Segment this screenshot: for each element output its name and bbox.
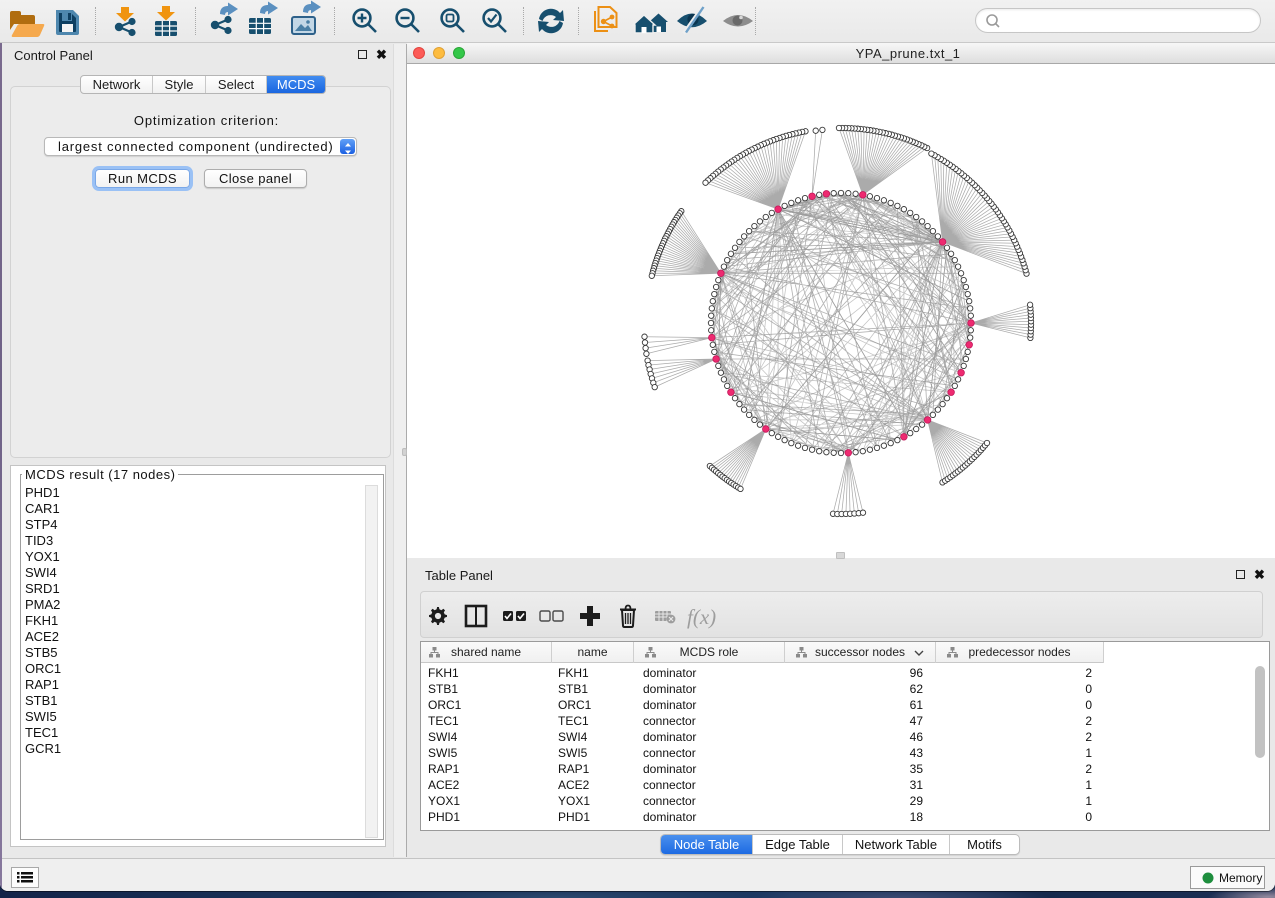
svg-text:f(x): f(x): [687, 605, 716, 629]
